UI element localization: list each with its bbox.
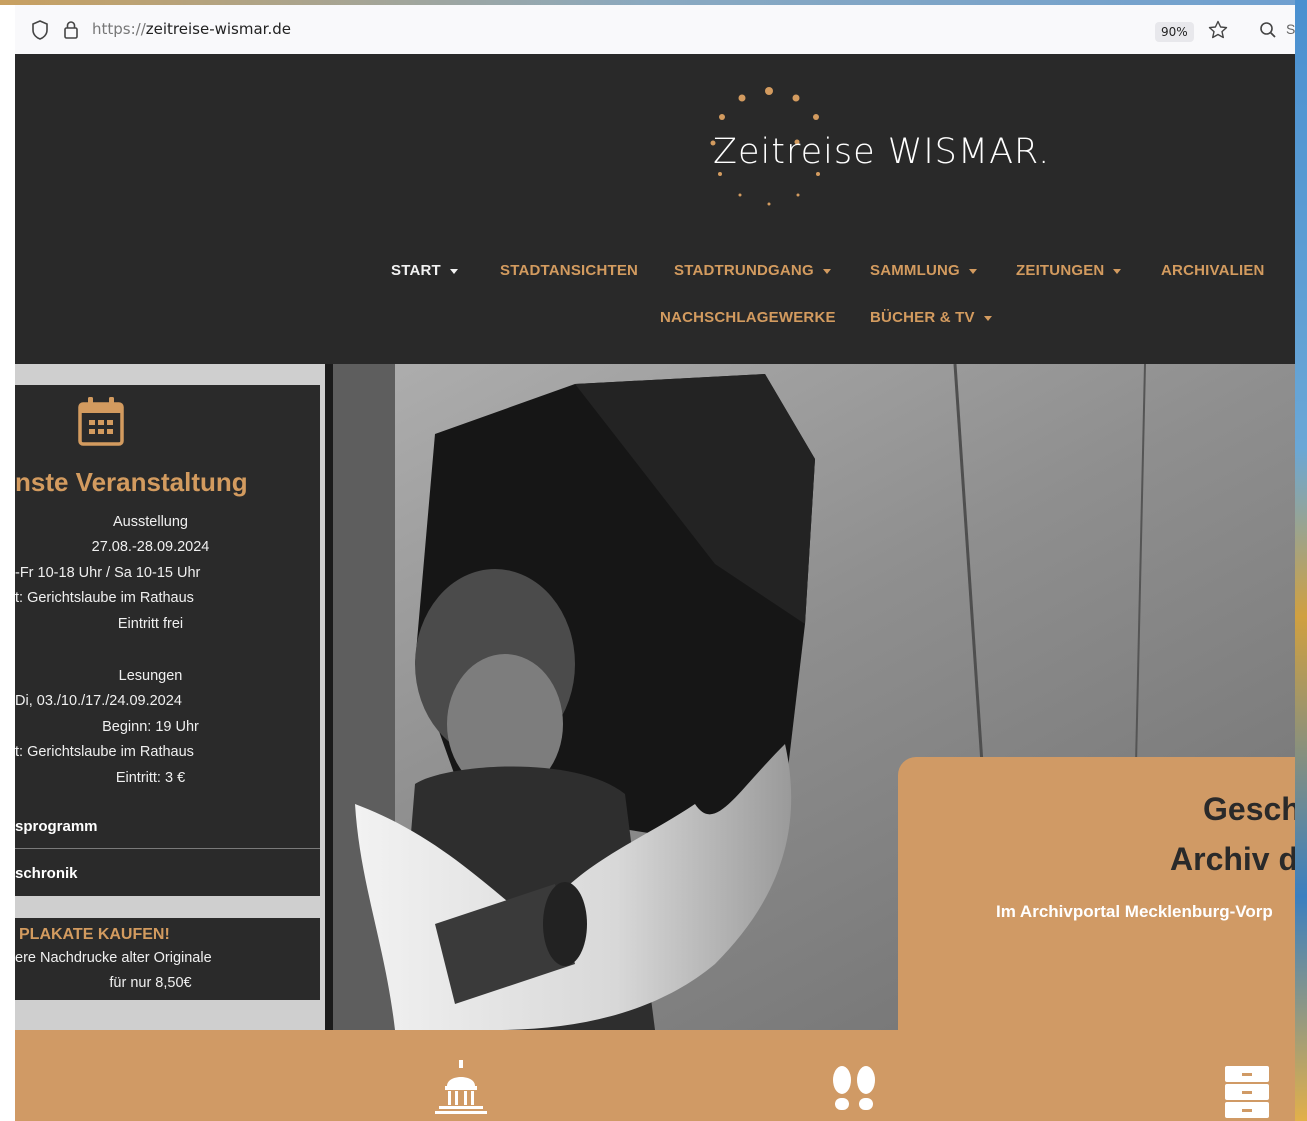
- cabinet-icon[interactable]: [1225, 1066, 1269, 1118]
- nav-label-stadtansichten: STADTANSICHTEN: [500, 262, 639, 279]
- address-bar[interactable]: https://zeitreise-wismar.de: [92, 5, 291, 54]
- event-line: Lesungen: [118, 668, 183, 684]
- nav-label-start: START: [391, 262, 441, 279]
- nav-item-zeitungen[interactable]: ZEITUNGEN: [1016, 262, 1122, 279]
- event-panel: nste Veranstaltung Ausstellung 27.08.-28…: [15, 385, 320, 896]
- event-line: Beginn: 19 Uhr: [102, 719, 199, 735]
- event-program-link[interactable]: sprogramm: [15, 818, 98, 835]
- archive-teaser[interactable]: Gesch Archiv d Im Archivportal Mecklenbu…: [898, 757, 1295, 1030]
- chevron-down-icon: [983, 315, 992, 321]
- nav-label-stadtrundgang: STADTRUNDGANG: [674, 262, 814, 279]
- event-chronik-link[interactable]: schronik: [15, 865, 78, 882]
- url-host: zeitreise-wismar.de: [145, 20, 291, 38]
- chevron-down-icon: [968, 268, 977, 274]
- footprints-icon[interactable]: [830, 1066, 878, 1114]
- nav-label-zeitungen: ZEITUNGEN: [1016, 262, 1105, 279]
- nav-item-stadtansichten[interactable]: STADTANSICHTEN: [500, 262, 638, 279]
- nav-item-stadtrundgang[interactable]: STADTRUNDGANG: [674, 262, 831, 279]
- event-line: Eintritt: 3 €: [115, 770, 186, 786]
- feature-band: [15, 1030, 1295, 1121]
- nav-label-buecher-tv: BÜCHER & TV: [870, 309, 975, 326]
- event-line: -Fr 10-18 Uhr / Sa 10-15 Uhr: [15, 565, 201, 581]
- url-scheme: https://: [92, 20, 146, 38]
- lock-icon[interactable]: [61, 5, 81, 54]
- nav-item-nachschlagewerke[interactable]: NACHSCHLAGEWERKE: [660, 309, 836, 326]
- nav-item-archivalien[interactable]: ARCHIVALIEN: [1161, 262, 1265, 279]
- browser-toolbar: https://zeitreise-wismar.de 90% S: [15, 5, 1295, 55]
- building-icon[interactable]: [435, 1060, 487, 1114]
- search-icon[interactable]: [1257, 5, 1279, 54]
- search-field-truncated[interactable]: S: [1286, 5, 1295, 54]
- nav-item-sammlung[interactable]: SAMMLUNG: [870, 262, 977, 279]
- chevron-down-icon: [1113, 268, 1122, 274]
- shield-icon[interactable]: [29, 5, 51, 54]
- nav-label-sammlung: SAMMLUNG: [870, 262, 960, 279]
- event-line: Ausstellung: [113, 514, 188, 530]
- nav-item-buecher-tv[interactable]: BÜCHER & TV: [870, 309, 992, 326]
- zoom-indicator[interactable]: 90%: [1155, 22, 1194, 42]
- event-title: nste Veranstaltung: [15, 467, 248, 497]
- chevron-down-icon: [822, 268, 831, 274]
- logo-word-city: WISMAR.: [887, 132, 1051, 172]
- poster-title: PLAKATE KAUFEN!: [19, 926, 170, 943]
- logo-word-main: Zeitreise: [713, 132, 876, 172]
- event-line: Eintritt frei: [117, 616, 184, 632]
- calendar-icon: [78, 397, 124, 446]
- site-logo[interactable]: Zeitreise WISMAR.: [691, 84, 1049, 224]
- nav-item-start[interactable]: START: [391, 262, 458, 279]
- chevron-down-icon: [449, 268, 458, 274]
- event-line: 27.08.-28.09.2024: [91, 539, 210, 555]
- desktop-edge-right: [1295, 0, 1307, 1121]
- poster-line: ere Nachdrucke alter Originale: [15, 950, 212, 966]
- logo-text: Zeitreise WISMAR.: [713, 132, 1050, 172]
- archive-subtitle: Im Archivportal Mecklenburg-Vorp: [996, 902, 1273, 921]
- event-line: t: Gerichtslaube im Rathaus: [15, 744, 194, 760]
- archive-heading-2: Archiv d: [1170, 841, 1295, 877]
- site-header: Zeitreise WISMAR. START STADTANSICHTEN S…: [15, 54, 1295, 364]
- poster-line: für nur 8,50€: [109, 975, 192, 991]
- event-line: t: Gerichtslaube im Rathaus: [15, 590, 194, 606]
- event-divider: [15, 848, 320, 849]
- nav-label-archivalien: ARCHIVALIEN: [1161, 262, 1265, 279]
- poster-promo[interactable]: PLAKATE KAUFEN! ere Nachdrucke alter Ori…: [15, 918, 320, 1000]
- event-line: Di, 03./10./17./24.09.2024: [15, 693, 182, 709]
- desktop-edge-left: [0, 5, 15, 1121]
- bookmark-star-icon[interactable]: [1207, 5, 1229, 54]
- nav-label-nachschlagewerke: NACHSCHLAGEWERKE: [660, 309, 836, 326]
- archive-heading-1: Gesch: [1203, 791, 1295, 827]
